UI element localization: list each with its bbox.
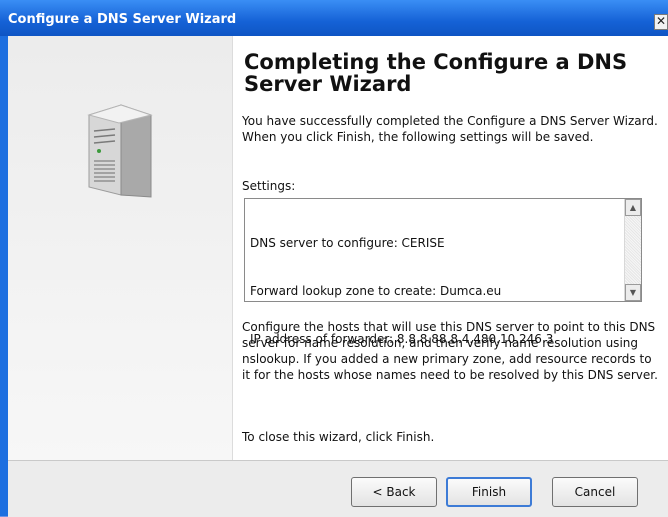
back-button[interactable]: < Back — [351, 477, 437, 507]
vertical-scrollbar[interactable]: ▲ ▼ — [624, 199, 641, 301]
scroll-down-arrow-icon: ▼ — [629, 288, 637, 297]
setting-line: Forward lookup zone to create: Dumca.eu — [250, 284, 502, 298]
wizard-client-area: Completing the Configure a DNS Server Wi… — [8, 36, 668, 517]
button-bar: < Back Finish Cancel — [8, 460, 668, 517]
cancel-button[interactable]: Cancel — [552, 477, 638, 507]
settings-label: Settings: — [242, 179, 296, 193]
wizard-window: Configure a DNS Server Wizard ✕ Completi… — [0, 0, 668, 517]
scroll-down-button[interactable]: ▼ — [625, 284, 641, 301]
scroll-up-arrow-icon: ▲ — [629, 203, 637, 212]
setting-line: DNS server to configure: CERISE — [250, 236, 445, 250]
title-bar[interactable]: Configure a DNS Server Wizard ✕ — [0, 0, 668, 36]
close-button[interactable]: ✕ — [654, 14, 668, 30]
wizard-banner-panel — [8, 36, 233, 460]
intro-text: You have successfully completed the Conf… — [242, 114, 658, 144]
settings-summary-box[interactable]: DNS server to configure: CERISE Forward … — [244, 198, 642, 346]
page-heading: Completing the Configure a DNS Server Wi… — [244, 50, 628, 96]
close-icon: ✕ — [655, 14, 667, 28]
scroll-up-button[interactable]: ▲ — [625, 199, 641, 216]
instructions-text: Configure the hosts that will use this D… — [242, 320, 658, 382]
finish-button[interactable]: Finish — [446, 477, 532, 507]
server-icon — [87, 104, 153, 198]
closing-text: To close this wizard, click Finish. — [242, 430, 435, 444]
window-title: Configure a DNS Server Wizard — [8, 12, 237, 27]
